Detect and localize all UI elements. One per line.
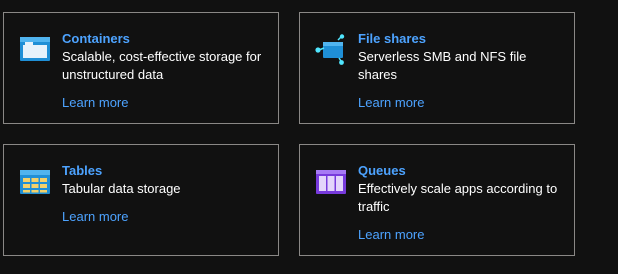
containers-title[interactable]: Containers bbox=[62, 30, 268, 48]
tables-card: Tables Tabular data storage Learn more bbox=[3, 144, 279, 256]
containers-learn-more-link[interactable]: Learn more bbox=[62, 94, 128, 112]
tables-title[interactable]: Tables bbox=[62, 162, 268, 180]
queues-description: Effectively scale apps according to traf… bbox=[358, 181, 558, 214]
file-shares-title[interactable]: File shares bbox=[358, 30, 564, 48]
file-shares-learn-more-link[interactable]: Learn more bbox=[358, 94, 424, 112]
containers-description: Scalable, cost-effective storage for uns… bbox=[62, 49, 262, 82]
container-icon bbox=[19, 34, 51, 66]
file-shares-description: Serverless SMB and NFS file shares bbox=[358, 49, 527, 82]
queues-learn-more-link[interactable]: Learn more bbox=[358, 226, 424, 244]
table-icon bbox=[19, 166, 51, 198]
containers-card: Containers Scalable, cost-effective stor… bbox=[3, 12, 279, 124]
tables-learn-more-link[interactable]: Learn more bbox=[62, 208, 128, 226]
tables-description: Tabular data storage bbox=[62, 181, 181, 196]
file-shares-card: File shares Serverless SMB and NFS file … bbox=[299, 12, 575, 124]
queues-title[interactable]: Queues bbox=[358, 162, 564, 180]
queues-card: Queues Effectively scale apps according … bbox=[299, 144, 575, 256]
storage-services-grid: Containers Scalable, cost-effective stor… bbox=[0, 0, 618, 274]
queue-icon bbox=[315, 166, 347, 198]
file-share-icon bbox=[315, 34, 347, 66]
